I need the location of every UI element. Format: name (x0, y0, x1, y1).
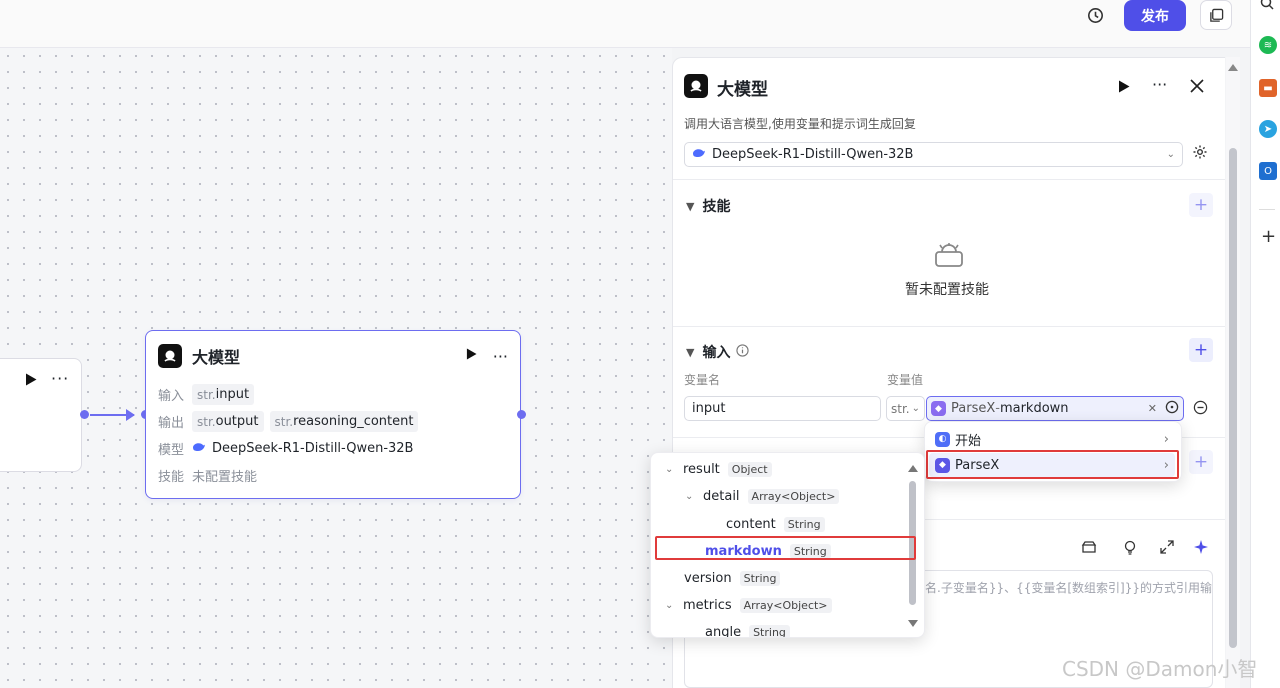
chevron-right-icon: › (1163, 431, 1169, 447)
more-icon[interactable]: ··· (1152, 75, 1167, 94)
llm-node[interactable]: 大模型 ··· 输入 str. input 输出 str. output str. r… (145, 330, 521, 499)
ai-sparkle-icon[interactable] (1194, 539, 1210, 559)
close-icon[interactable] (1190, 79, 1204, 97)
tree-row-detail[interactable]: ⌄ detail Array<Object> (685, 484, 840, 508)
highlight-frame (926, 450, 1179, 479)
node-title: 大模型 (192, 348, 241, 367)
menu-item-start[interactable]: ◐ 开始 › (929, 427, 1175, 451)
expand-icon[interactable] (1160, 540, 1174, 558)
deepseek-icon (192, 441, 206, 457)
scroll-up-icon[interactable] (1228, 64, 1238, 71)
panel-title: 大模型 (717, 80, 768, 100)
more-icon[interactable]: ··· (51, 369, 69, 388)
parsex-icon: ◆ (931, 401, 946, 416)
input-tag: str. input (192, 384, 255, 405)
highlight-frame (655, 536, 916, 560)
var-type-select[interactable]: str. ⌄ (886, 396, 925, 421)
var-reference-input[interactable]: ◆ ParseX - markdown ✕ (926, 396, 1184, 421)
input-section-header[interactable]: ▼ 输入 (686, 342, 750, 362)
tree-row-version[interactable]: version String (684, 566, 781, 590)
panel-scrollbar-thumb[interactable] (1229, 148, 1237, 648)
skills-section-header[interactable]: ▼ 技能 (686, 196, 730, 216)
deepseek-icon (692, 147, 706, 163)
previous-node[interactable]: ··· (0, 358, 82, 472)
play-icon[interactable] (25, 373, 37, 390)
outlook-icon[interactable]: O (1259, 162, 1277, 180)
workflow-canvas[interactable]: ··· 大模型 ··· 输入 str. input 输出 str. output s… (0, 48, 672, 688)
search-icon[interactable] (1260, 0, 1274, 14)
spotify-icon[interactable]: ≋ (1259, 36, 1277, 54)
divider (673, 179, 1225, 180)
model-select[interactable]: DeepSeek-R1-Distill-Qwen-32B ⌄ (684, 142, 1183, 167)
node-input-row: 输入 str. input (146, 381, 520, 408)
chevron-down-icon: ⌄ (665, 463, 674, 475)
gear-icon[interactable] (1192, 144, 1208, 164)
chevron-down-icon: ▼ (686, 199, 695, 213)
info-icon[interactable] (736, 343, 750, 361)
bulb-icon[interactable] (1123, 540, 1137, 559)
edge-arrow-icon (126, 409, 135, 421)
var-name-header: 变量名 (684, 373, 721, 387)
tree-scroll-down-icon[interactable] (908, 620, 918, 627)
watermark: CSDN @Damon小智 (1062, 657, 1258, 681)
tree-row-angle[interactable]: angle String (705, 620, 790, 637)
more-icon[interactable]: ··· (493, 347, 508, 366)
skill-empty-icon (934, 242, 964, 272)
clear-icon[interactable]: ✕ (1148, 402, 1157, 415)
add-skill-button[interactable]: + (1189, 193, 1213, 217)
panel-description: 调用大语言模型,使用变量和提示词生成回复 (684, 117, 916, 131)
var-value-header: 变量值 (887, 373, 924, 387)
skills-empty-text: 暂未配置技能 (905, 282, 989, 298)
chevron-down-icon: ⌄ (665, 599, 674, 611)
play-icon[interactable] (1118, 80, 1130, 97)
divider (673, 326, 1225, 327)
template-icon[interactable] (1081, 540, 1097, 558)
node-skill-row: 技能 未配置技能 (158, 470, 258, 485)
remove-input-icon[interactable] (1193, 400, 1208, 419)
sidebar-divider (1259, 209, 1275, 210)
telegram-icon[interactable]: ➤ (1259, 120, 1277, 138)
var-name-input[interactable]: input (684, 396, 881, 421)
chevron-down-icon: ⌄ (685, 490, 694, 502)
tree-row-result[interactable]: ⌄ result Object (665, 457, 772, 481)
browser-sidebar: ≋ ▬ ➤ O + (1250, 0, 1280, 688)
llm-logo-icon (158, 344, 182, 368)
copy-icon[interactable] (1200, 0, 1232, 30)
start-icon: ◐ (935, 431, 950, 447)
top-bar: 发布 (0, 0, 1250, 48)
output-port[interactable] (80, 410, 89, 419)
output-port[interactable] (517, 410, 526, 419)
output-tag: str. output (192, 411, 264, 432)
play-icon[interactable] (466, 348, 477, 364)
target-icon[interactable] (1165, 400, 1179, 418)
toolbox-icon[interactable]: ▬ (1259, 79, 1277, 97)
add-output-button[interactable]: + (1189, 450, 1213, 474)
tree-scroll-up-icon[interactable] (908, 465, 918, 472)
history-icon[interactable] (1081, 1, 1109, 29)
output-tag: str. reasoning_content (269, 411, 419, 432)
node-model-row: 模型 DeepSeek-R1-Distill-Qwen-32B (158, 441, 414, 458)
chevron-down-icon: ▼ (686, 345, 695, 359)
add-input-button[interactable]: + (1189, 338, 1213, 362)
chevron-down-icon: ⌄ (911, 403, 920, 414)
add-icon[interactable]: + (1261, 226, 1276, 247)
publish-button[interactable]: 发布 (1124, 0, 1186, 31)
tree-row-metrics[interactable]: ⌄ metrics Array<Object> (665, 593, 832, 617)
prompt-placeholder: 名.子变量名}}、{{变量名[数组索引]}}的方式引用输 (925, 581, 1212, 595)
tree-row-content[interactable]: content String (726, 512, 825, 536)
chevron-down-icon: ⌄ (1166, 149, 1175, 160)
node-output-row: 输出 str. output str. reasoning_content (146, 408, 520, 435)
llm-logo-icon (684, 74, 708, 98)
